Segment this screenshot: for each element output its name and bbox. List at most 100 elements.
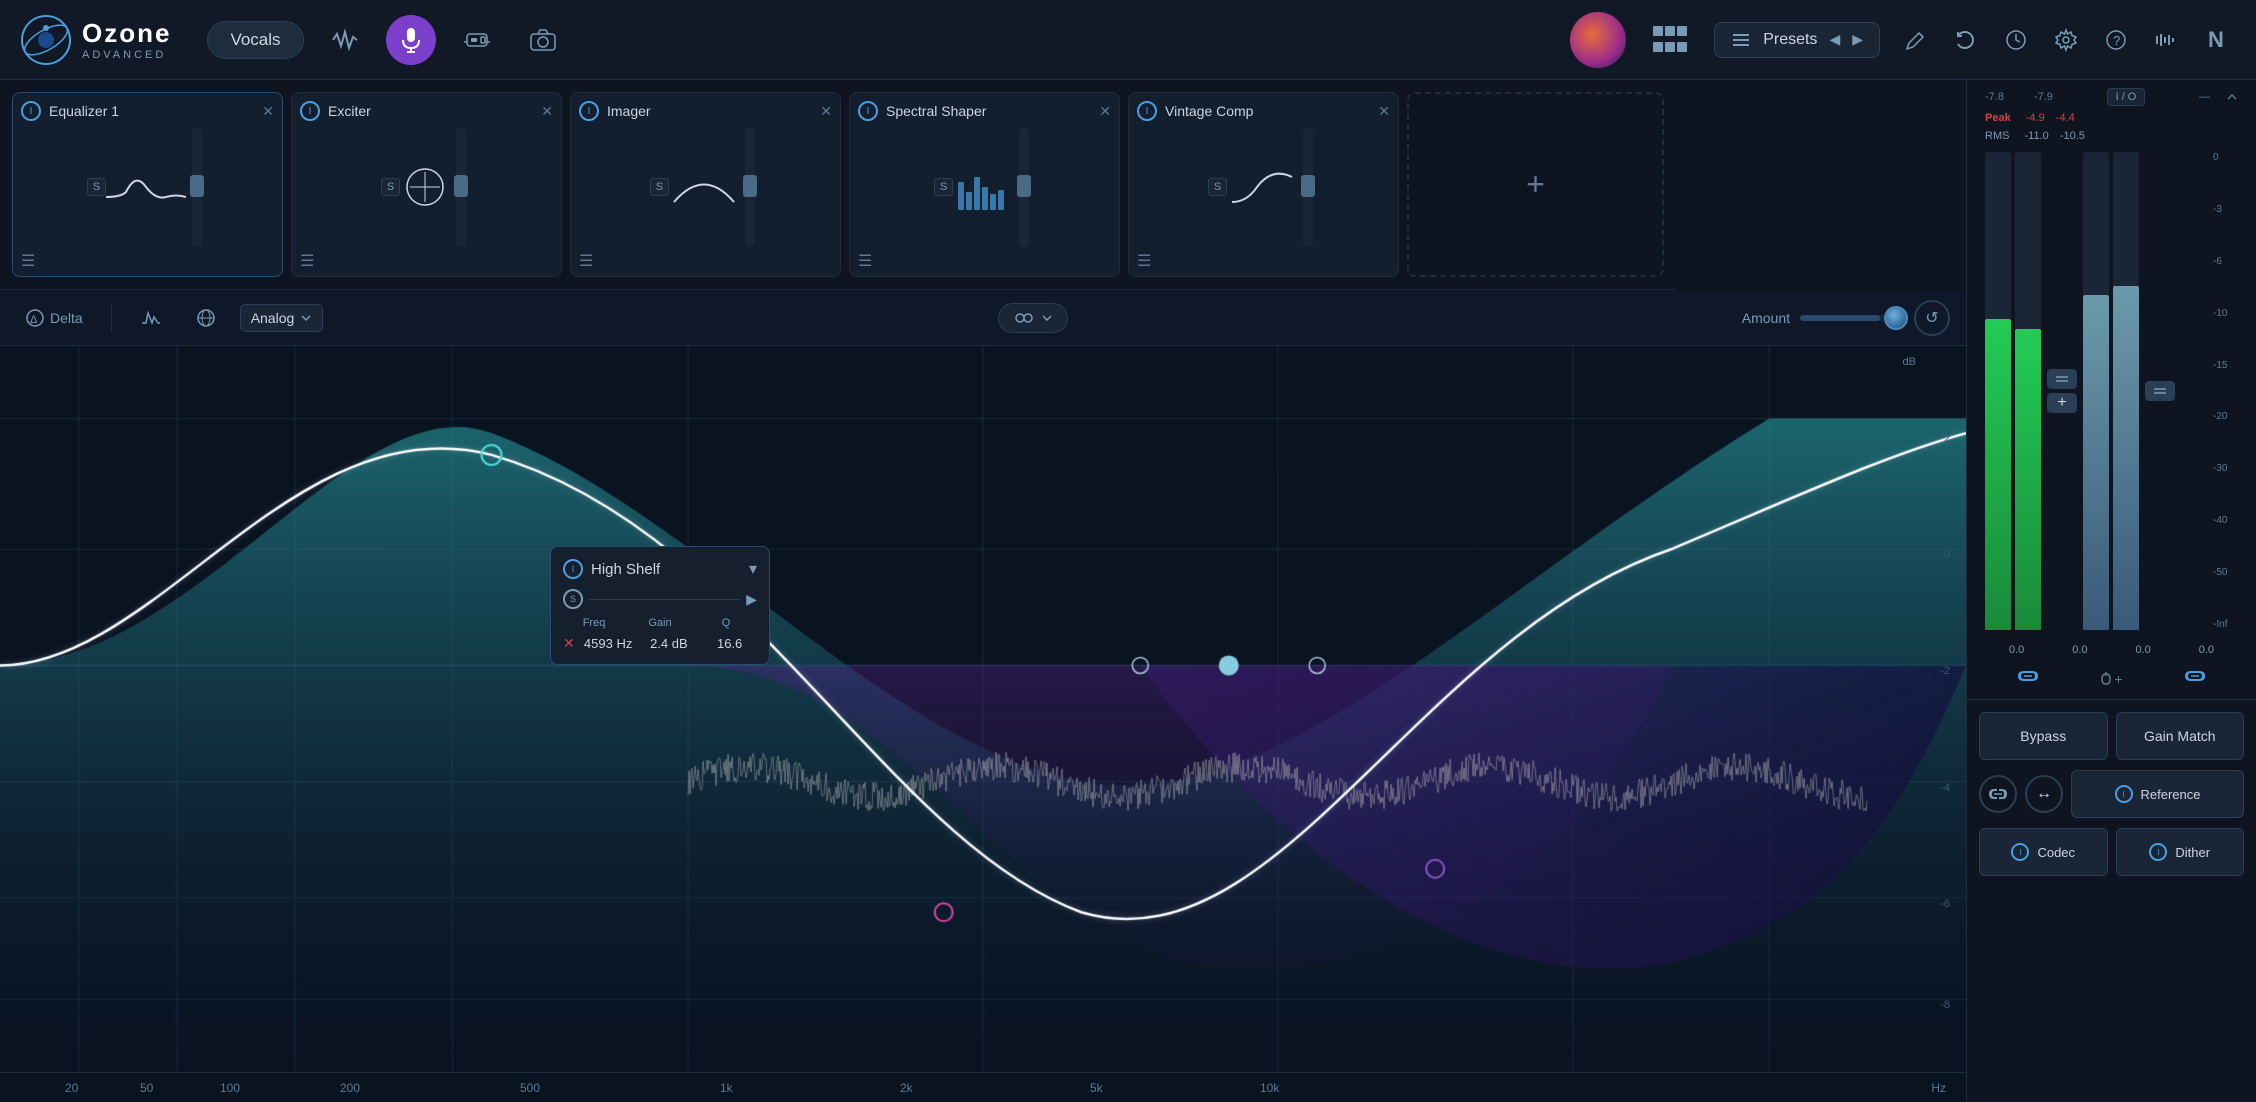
power-btn-spectral[interactable]: I <box>858 101 878 121</box>
q-val[interactable]: 16.6 <box>702 636 757 651</box>
db-label-minus2: -2 <box>1940 665 1950 677</box>
node-popup-title: High Shelf <box>591 561 741 578</box>
help-icon-btn[interactable]: ? <box>2096 20 2136 60</box>
node-popup-right-arrow[interactable]: ▶ <box>746 591 757 608</box>
link-icon-btn[interactable] <box>1979 775 2017 813</box>
fader-imager[interactable] <box>745 127 755 247</box>
settings-spectral[interactable]: ☰ <box>858 251 872 271</box>
effects-icon-btn[interactable] <box>452 15 502 65</box>
delta-btn[interactable]: Δ Delta <box>16 305 93 331</box>
module-vintage-comp[interactable]: I Vintage Comp ✕ S ☰ <box>1128 92 1399 277</box>
thumb-ctrl-1[interactable] <box>2047 369 2077 389</box>
fader-spectral[interactable] <box>1019 127 1029 247</box>
add-module-btn[interactable]: + <box>1407 92 1664 277</box>
eq-mode-btn[interactable] <box>130 305 172 331</box>
gain-val[interactable]: 2.4 dB <box>642 636 697 651</box>
close-btn-eq1[interactable]: ✕ <box>262 103 274 120</box>
module-equalizer1[interactable]: I Equalizer 1 ✕ S ☰ <box>12 92 283 277</box>
presets-area[interactable]: Presets ◀ ▶ <box>1714 22 1880 58</box>
close-btn-imager[interactable]: ✕ <box>820 103 832 120</box>
close-btn-exciter[interactable]: ✕ <box>541 103 553 120</box>
link-btn-3[interactable] <box>2181 668 2209 689</box>
power-btn-eq1[interactable]: I <box>21 101 41 121</box>
solo-btn-exciter[interactable]: S <box>381 178 400 196</box>
meter-link-row: + <box>1975 666 2248 691</box>
globe-btn[interactable] <box>186 304 226 332</box>
module-exciter[interactable]: I Exciter ✕ S ☰ <box>291 92 562 277</box>
presets-prev[interactable]: ◀ <box>1829 31 1840 48</box>
module-body-exciter: S <box>300 127 553 247</box>
history-icon-btn[interactable] <box>1996 20 2036 60</box>
thumb-ctrl-3[interactable] <box>2145 381 2175 401</box>
module-title-imager: Imager <box>607 103 812 119</box>
module-strip: I Equalizer 1 ✕ S ☰ <box>0 80 1676 290</box>
fader-vintage[interactable] <box>1303 127 1313 247</box>
svg-text:?: ? <box>2113 33 2120 48</box>
pencil-icon-btn[interactable] <box>1896 20 1936 60</box>
link-btn-1[interactable] <box>2014 668 2042 689</box>
link-dropdown-icon <box>1041 314 1053 322</box>
module-body-vintage: S <box>1137 127 1390 247</box>
node-popup-s-btn[interactable]: S <box>563 589 583 609</box>
analog-mode-select[interactable]: Analog <box>240 304 324 332</box>
logo-advanced: ADVANCED <box>82 49 171 61</box>
amount-area: Amount <box>1742 310 1900 326</box>
settings-imager[interactable]: ☰ <box>579 251 593 271</box>
amount-knob[interactable] <box>1884 306 1908 330</box>
reset-btn[interactable]: ↺ <box>1914 300 1950 336</box>
power-btn-vintage[interactable]: I <box>1137 101 1157 121</box>
solo-btn-eq1[interactable]: S <box>87 178 106 196</box>
freq-val[interactable]: 4593 Hz <box>581 636 636 651</box>
power-btn-exciter[interactable]: I <box>300 101 320 121</box>
exciter-waveform <box>400 162 450 212</box>
io-btn[interactable]: I / O <box>2107 88 2146 106</box>
camera-icon-btn[interactable] <box>518 15 568 65</box>
svg-text:Δ: Δ <box>30 314 38 326</box>
settings-exciter[interactable]: ☰ <box>300 251 314 271</box>
link-btn-2[interactable]: + <box>2100 668 2122 689</box>
spectrum-ball[interactable] <box>1570 12 1626 68</box>
fader-exciter[interactable] <box>456 127 466 247</box>
mic-icon-btn[interactable] <box>386 15 436 65</box>
close-btn-spectral[interactable]: ✕ <box>1099 103 1111 120</box>
codec-btn[interactable]: I Codec <box>1979 828 2108 876</box>
node-popup-params: Freq Gain Q <box>563 617 757 629</box>
reference-btn[interactable]: I Reference <box>2071 770 2244 818</box>
node-popup-power[interactable]: I <box>563 559 583 579</box>
fader-eq1[interactable] <box>192 127 202 247</box>
close-btn-vintage[interactable]: ✕ <box>1378 103 1390 120</box>
eq-main: Δ Delta <box>0 290 1966 1102</box>
link-icon <box>1013 309 1035 327</box>
presets-next[interactable]: ▶ <box>1852 31 1863 48</box>
module-spectral-shaper[interactable]: I Spectral Shaper ✕ S <box>849 92 1120 277</box>
bypass-btn[interactable]: Bypass <box>1979 712 2108 760</box>
ozone-logo-icon <box>20 14 72 66</box>
settings-eq1[interactable]: ☰ <box>21 251 35 271</box>
amount-slider[interactable] <box>1800 315 1900 321</box>
module-header-exciter: I Exciter ✕ <box>300 101 553 121</box>
node-delete-btn[interactable]: ✕ <box>563 635 575 652</box>
preset-name[interactable]: Vocals <box>207 21 303 59</box>
midi-icon-btn[interactable] <box>2146 20 2186 60</box>
grid-view-btn[interactable] <box>1642 12 1698 68</box>
thumb-ctrl-2[interactable]: + <box>2047 393 2077 413</box>
power-btn-imager[interactable]: I <box>579 101 599 121</box>
waveform-icon-btn[interactable] <box>320 15 370 65</box>
gain-match-btn[interactable]: Gain Match <box>2116 712 2245 760</box>
node-popup-dropdown[interactable]: ▾ <box>749 559 757 579</box>
topbar: Ozone ADVANCED Vocals Presets ◀ ▶ <box>0 0 2256 80</box>
freq-axis: 20 50 100 200 500 1k 2k 5k 10k Hz <box>0 1072 1966 1102</box>
solo-btn-imager[interactable]: S <box>650 178 669 196</box>
solo-btn-vintage[interactable]: S <box>1208 178 1227 196</box>
logo-text: Ozone ADVANCED <box>82 18 171 61</box>
undo-icon-btn[interactable] <box>1946 20 1986 60</box>
settings-vintage[interactable]: ☰ <box>1137 251 1151 271</box>
settings-icon-btn[interactable] <box>2046 20 2086 60</box>
module-imager[interactable]: I Imager ✕ S ☰ <box>570 92 841 277</box>
solo-btn-spectral[interactable]: S <box>934 178 953 196</box>
link-channels-btn[interactable] <box>998 303 1068 333</box>
arrows-btn[interactable]: ↔ <box>2025 775 2063 813</box>
eq1-waveform <box>106 162 186 212</box>
logo-n-btn[interactable]: N <box>2196 20 2236 60</box>
dither-btn[interactable]: I Dither <box>2116 828 2245 876</box>
